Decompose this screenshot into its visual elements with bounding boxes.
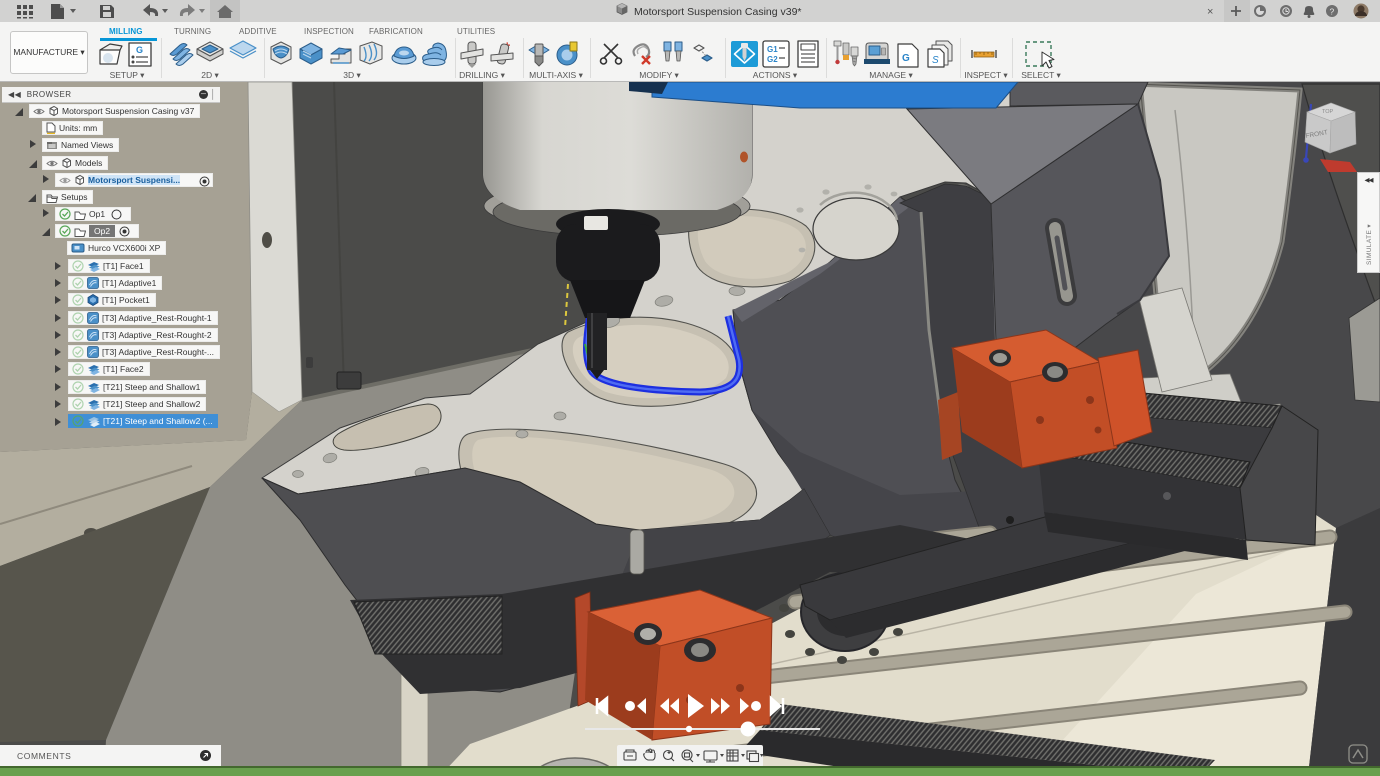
- svg-text:G2: G2: [767, 55, 778, 64]
- svg-text:S: S: [932, 55, 939, 66]
- svg-text:×: ×: [1207, 6, 1213, 18]
- svg-text:G: G: [902, 53, 910, 64]
- svg-text:TOP: TOP: [1322, 109, 1334, 115]
- svg-text:?: ?: [1330, 7, 1335, 17]
- svg-text:Motorsport Suspension Casing v: Motorsport Suspension Casing v39*: [634, 6, 802, 18]
- svg-text:G1: G1: [767, 45, 778, 54]
- svg-text:G: G: [136, 45, 143, 55]
